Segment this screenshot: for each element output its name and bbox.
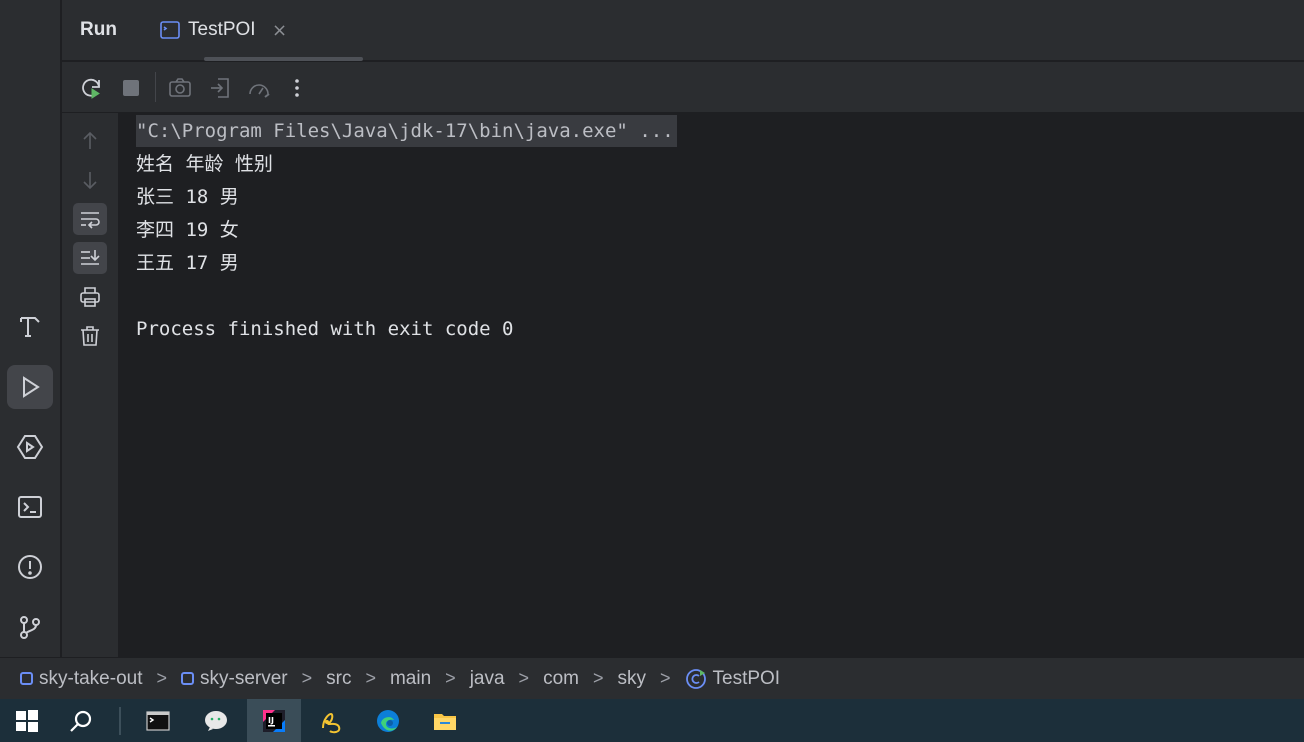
breadcrumb-item[interactable]: TestPOI (685, 668, 780, 690)
print-icon[interactable] (73, 281, 107, 313)
navicat-icon[interactable] (304, 699, 358, 742)
run-tool-header: Run TestPOI × (62, 0, 1304, 61)
class-icon (685, 668, 706, 689)
trash-icon[interactable] (73, 320, 107, 352)
login-icon[interactable] (206, 74, 234, 102)
chevron-right-icon: > (445, 668, 456, 688)
tab-label: TestPOI (188, 19, 256, 40)
console-line: 李四 19 女 (136, 219, 239, 241)
chevron-right-icon: > (365, 668, 376, 688)
camera-icon[interactable] (166, 74, 194, 102)
breadcrumb-item[interactable]: java (470, 668, 505, 690)
scroll-to-end-icon[interactable] (73, 242, 107, 274)
console-line: 姓名 年龄 性别 (136, 153, 273, 175)
chevron-right-icon: > (518, 668, 530, 688)
rerun-icon[interactable] (77, 74, 105, 102)
module-icon (181, 672, 194, 685)
exit-message: Process finished with exit code 0 (136, 318, 514, 340)
more-vertical-icon[interactable] (283, 74, 311, 102)
taskbar-separator (119, 707, 121, 735)
problems-icon[interactable] (7, 545, 53, 589)
breadcrumb-item[interactable]: com (543, 668, 579, 690)
chevron-right-icon: > (659, 668, 671, 688)
breadcrumb: sky-take-out > sky-server > src > main >… (0, 657, 1304, 699)
run-tool-icon[interactable] (7, 365, 53, 409)
console-line: 王五 17 男 (136, 252, 239, 274)
tab-underline (204, 57, 363, 61)
stop-icon[interactable] (117, 74, 145, 102)
git-icon[interactable] (7, 605, 53, 649)
toolbar-separator (155, 72, 156, 102)
terminal-icon[interactable] (7, 485, 53, 529)
taskbar: IJ (0, 699, 1304, 742)
console-output[interactable]: "C:\Program Files\Java\jdk-17\bin\java.e… (119, 113, 1304, 657)
chevron-right-icon: > (301, 668, 313, 688)
console-icon (160, 21, 180, 39)
breadcrumb-item[interactable]: main (390, 668, 431, 690)
tool-window-title: Run (80, 19, 117, 40)
command-line[interactable]: "C:\Program Files\Java\jdk-17\bin\java.e… (136, 115, 677, 147)
arrow-up-icon[interactable] (73, 125, 107, 157)
services-icon[interactable] (7, 425, 53, 469)
command-prompt-icon[interactable] (131, 699, 185, 742)
chevron-right-icon: > (156, 668, 167, 688)
wechat-icon[interactable] (189, 699, 243, 742)
tab-testpoi[interactable]: TestPOI × (142, 0, 301, 61)
svg-text:IJ: IJ (268, 716, 274, 725)
soft-wrap-icon[interactable] (73, 203, 107, 235)
breadcrumb-item[interactable]: sky (617, 668, 646, 690)
console-line: 张三 18 男 (136, 186, 239, 208)
breadcrumb-item[interactable]: sky-take-out (20, 668, 142, 690)
file-explorer-icon[interactable] (418, 699, 472, 742)
close-icon[interactable]: × (272, 20, 287, 41)
breadcrumb-item[interactable]: src (326, 668, 351, 690)
build-icon[interactable] (7, 305, 53, 349)
tool-window-strip (0, 0, 61, 657)
profiler-icon[interactable] (245, 74, 273, 102)
edge-icon[interactable] (361, 699, 415, 742)
run-toolbar (62, 62, 1304, 113)
chevron-right-icon: > (592, 668, 604, 688)
intellij-idea-icon[interactable]: IJ (247, 699, 301, 742)
windows-start-icon[interactable] (0, 699, 54, 742)
module-icon (20, 672, 33, 685)
breadcrumb-item[interactable]: sky-server (181, 668, 288, 690)
console-side-toolbar (62, 113, 119, 657)
search-icon[interactable] (54, 699, 108, 742)
arrow-down-icon[interactable] (73, 164, 107, 196)
